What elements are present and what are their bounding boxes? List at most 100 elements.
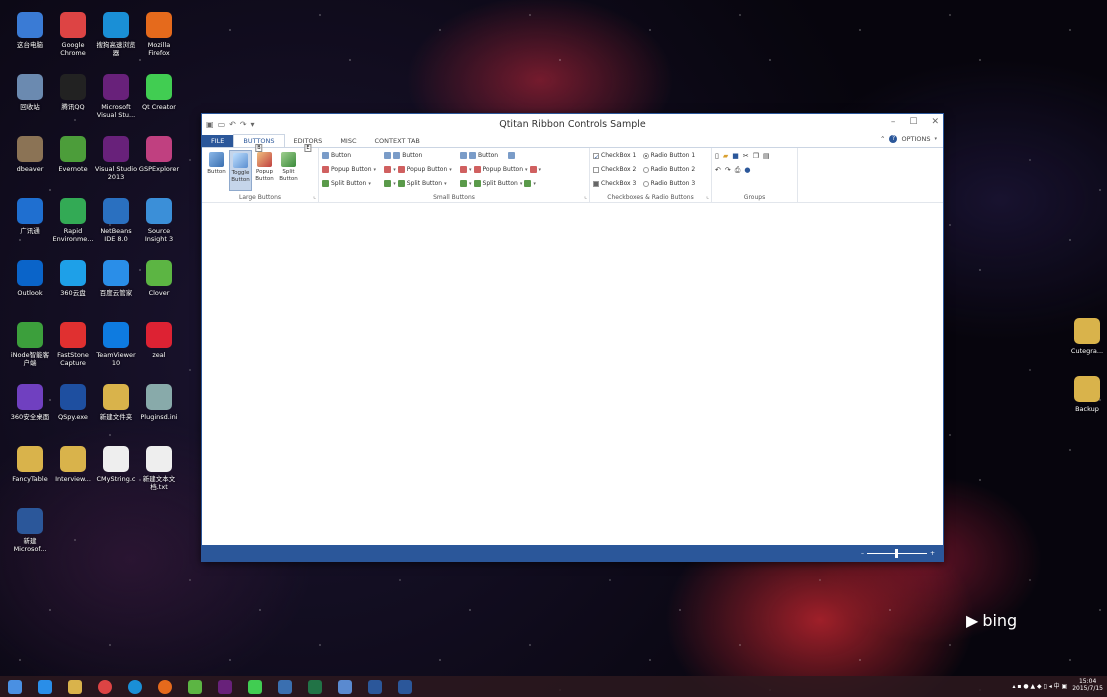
help-icon[interactable]: ● [744, 166, 750, 175]
small-split-button-3[interactable]: ▾ Split Button ▾ ▾ [460, 178, 541, 189]
desktop-icon[interactable]: Source Insight 3 [137, 198, 181, 243]
large-button[interactable]: Button [205, 150, 228, 191]
paste-icon[interactable]: ▤ [763, 152, 770, 160]
redo-icon[interactable]: ↷ [725, 166, 731, 175]
split-button[interactable]: Split Button [277, 150, 300, 191]
desktop-icon[interactable]: Interview... [51, 446, 95, 483]
desktop-icon[interactable]: Evernote [51, 136, 95, 173]
minimize-icon[interactable]: – [891, 117, 896, 127]
desktop-icon[interactable]: 回收站 [8, 74, 52, 111]
small-split-button[interactable]: Split Button ▾ [322, 178, 376, 189]
maximize-icon[interactable]: ☐ [909, 117, 917, 127]
desktop-icon[interactable]: dbeaver [8, 136, 52, 173]
desktop-icon[interactable]: 腾讯QQ [51, 74, 95, 111]
taskbar-chrome[interactable] [90, 676, 120, 697]
desktop-icon[interactable]: NetBeans IDE 8.0 [94, 198, 138, 243]
checkbox-3[interactable]: CheckBox 3 [593, 178, 636, 189]
taskbar-excel[interactable] [300, 676, 330, 697]
desktop-icon[interactable]: Outlook [8, 260, 52, 297]
desktop-icon[interactable]: QSpy.exe [51, 384, 95, 421]
desktop-icon[interactable]: 百度云管家 [94, 260, 138, 297]
taskbar-word[interactable] [390, 676, 420, 697]
small-button-label: Button [402, 152, 423, 159]
tab-context[interactable]: CONTEXT TAB [366, 135, 429, 147]
small-popup-button[interactable]: Popup Button ▾ [322, 164, 376, 175]
desktop-icon[interactable]: 新建文本文档.txt [137, 446, 181, 491]
tab-file[interactable]: FILE [202, 135, 234, 147]
taskbar-vs[interactable] [210, 676, 240, 697]
save-icon[interactable]: ■ [732, 152, 739, 160]
zoom-slider[interactable] [866, 549, 927, 558]
desktop-icon[interactable]: Microsoft Visual Stu... [94, 74, 138, 119]
cut-icon[interactable]: ✂ [743, 152, 749, 160]
desktop-icon[interactable]: Rapid Environme... [51, 198, 95, 243]
zoom-out-icon[interactable]: – [861, 550, 864, 557]
desktop-icon[interactable]: Clover [137, 260, 181, 297]
small-split-button-2[interactable]: ▾ Split Button ▾ [384, 178, 452, 189]
dialog-launcher-icon[interactable]: ⌞ [706, 193, 709, 200]
options-button[interactable]: OPTIONS [901, 135, 930, 143]
zoom-slider-thumb[interactable] [894, 549, 898, 558]
taskbar-app[interactable] [270, 676, 300, 697]
desktop-icon[interactable]: 360安全桌面 [8, 384, 52, 421]
desktop-icon[interactable]: Visual Studio 2013 [94, 136, 138, 181]
checkbox-2[interactable]: CheckBox 2 [593, 164, 636, 175]
checkbox-1[interactable]: ✓ CheckBox 1 [593, 150, 636, 161]
desktop-icon[interactable]: 广讯通 [8, 198, 52, 235]
toggle-button[interactable]: Toggle Button [229, 150, 252, 191]
radio-button-1[interactable]: Radio Button 1 [642, 150, 695, 161]
desktop-icon[interactable]: iNode智能客户端 [8, 322, 52, 367]
undo-icon[interactable]: ↶ [715, 166, 721, 175]
desktop-icon[interactable]: 搜狗高速浏览器 [94, 12, 138, 57]
new-icon[interactable]: ▯ [715, 152, 719, 160]
desktop-icon[interactable]: TeamViewer 10 [94, 322, 138, 367]
desktop-icon[interactable]: 新建 Microsof... [8, 508, 52, 553]
desktop-icon[interactable]: 360云盘 [51, 260, 95, 297]
tab-buttons[interactable]: BUTTONS B [233, 134, 285, 152]
taskbar-sogou[interactable] [120, 676, 150, 697]
print-icon[interactable]: ⎙ [735, 166, 741, 175]
clock[interactable]: 15:04 2015/7/15 [1072, 678, 1103, 692]
collapse-ribbon-icon[interactable]: ⌃ [880, 135, 885, 143]
desktop-icon[interactable]: Google Chrome [51, 12, 95, 57]
zoom-control[interactable]: – + [861, 549, 935, 558]
desktop-icon[interactable]: FancyTable [8, 446, 52, 483]
dialog-launcher-icon[interactable]: ⌞ [313, 193, 316, 200]
desktop-icon[interactable]: zeal [137, 322, 181, 359]
small-popup-button-2[interactable]: ▾ Popup Button ▾ [384, 164, 452, 175]
radio-button-2[interactable]: Radio Button 2 [642, 164, 695, 175]
desktop-icon[interactable]: 新建文件夹 [94, 384, 138, 421]
desktop-icon[interactable]: 这台电脑 [8, 12, 52, 49]
popup-button[interactable]: Popup Button [253, 150, 276, 191]
desktop-icon-cutegra[interactable]: Cutegra... [1065, 318, 1107, 355]
desktop-icon-backup[interactable]: Backup [1065, 376, 1107, 413]
taskbar-explorer[interactable] [60, 676, 90, 697]
desktop-icon[interactable]: GSPExplorer [137, 136, 181, 173]
start-button[interactable] [0, 676, 30, 697]
small-button[interactable]: Button [322, 150, 376, 161]
taskbar-firefox[interactable] [150, 676, 180, 697]
copy-icon[interactable]: ❐ [753, 152, 759, 160]
help-icon[interactable]: ? [889, 135, 898, 143]
taskbar-qt[interactable] [240, 676, 270, 697]
zoom-in-icon[interactable]: + [930, 550, 935, 557]
taskbar-ribbon[interactable] [360, 676, 390, 697]
taskbar-app2[interactable] [330, 676, 360, 697]
small-popup-button-3[interactable]: ▾ Popup Button ▾ ▾ [460, 164, 541, 175]
desktop-icon[interactable]: FastStone Capture [51, 322, 95, 367]
tab-editors[interactable]: EDITORS E [285, 135, 332, 152]
desktop-icon[interactable]: Qt Creator [137, 74, 181, 111]
tab-misc[interactable]: MISC [331, 135, 365, 147]
tray-icons[interactable]: ▴ ▪ ● ▲ ◆ ▯ ◂ 中 ▣ [1012, 681, 1067, 690]
taskbar-clover[interactable] [180, 676, 210, 697]
small-button-3[interactable]: Button [460, 150, 541, 161]
close-icon[interactable]: ✕ [931, 117, 939, 127]
desktop-icon[interactable]: Pluginsd.ini [137, 384, 181, 421]
desktop-icon[interactable]: Mozilla Firefox [137, 12, 181, 57]
dialog-launcher-icon[interactable]: ⌞ [584, 193, 587, 200]
desktop-icon[interactable]: CMyString.c [94, 446, 138, 483]
open-icon[interactable]: ▰ [723, 152, 728, 160]
small-button-2[interactable]: Button [384, 150, 452, 161]
taskbar-ie[interactable] [30, 676, 60, 697]
radio-button-3[interactable]: Radio Button 3 [642, 178, 695, 189]
